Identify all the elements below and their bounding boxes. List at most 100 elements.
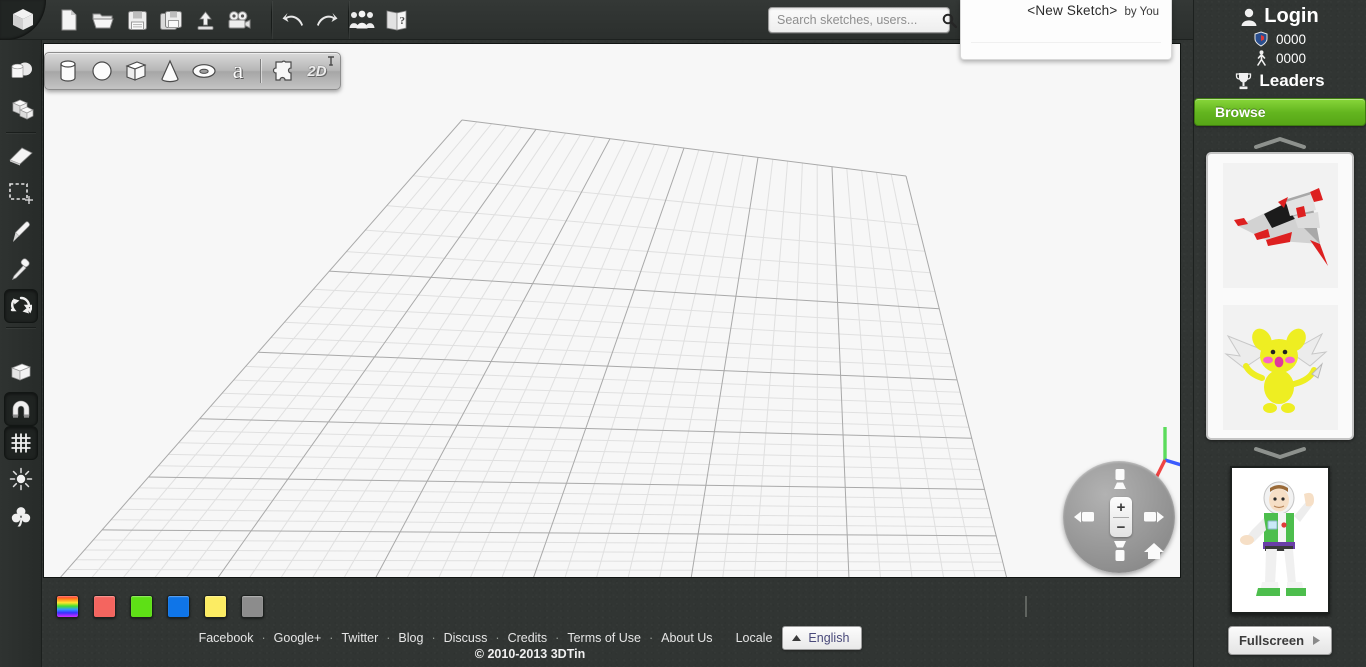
refresh-sync-icon	[10, 296, 32, 314]
color-swatch-blue[interactable]	[167, 595, 190, 618]
new-file-icon	[61, 9, 77, 31]
tool-eraser[interactable]	[0, 137, 42, 175]
help-book-icon: ?	[386, 10, 406, 31]
search-icon[interactable]	[942, 13, 957, 28]
save-button[interactable]	[120, 1, 154, 39]
community-button[interactable]	[345, 1, 379, 39]
eyedropper-icon	[11, 258, 30, 281]
footer-link-blog[interactable]: Blog	[397, 631, 424, 645]
toolbar-divider-1	[271, 1, 272, 39]
featured-thumb-figure[interactable]	[1230, 466, 1330, 614]
fullscreen-button[interactable]: Fullscreen	[1228, 626, 1332, 655]
footer-link-terms[interactable]: Terms of Use	[566, 631, 642, 645]
tool-select-region[interactable]	[0, 175, 42, 213]
shape-cone[interactable]	[153, 55, 187, 87]
user-silhouette-icon	[1241, 8, 1257, 26]
tool-single-block[interactable]	[0, 354, 42, 392]
nav-camera-left[interactable]	[1071, 505, 1097, 529]
tool-snap-magnet[interactable]	[4, 392, 38, 426]
axis-z-line	[1164, 458, 1180, 467]
color-swatch-red[interactable]	[93, 595, 116, 618]
locale-label: Locale	[735, 631, 773, 645]
tool-grid-toggle[interactable]	[4, 426, 38, 460]
shape-sphere[interactable]	[85, 55, 119, 87]
tool-paint-brush[interactable]	[0, 213, 42, 251]
shape-cylinder[interactable]	[51, 55, 85, 87]
gallery-scroll-down[interactable]	[1194, 446, 1366, 460]
3d-viewport[interactable]	[43, 43, 1181, 578]
footer-link-googleplus[interactable]: Google+	[273, 631, 323, 645]
camera-left-icon	[1074, 511, 1094, 523]
shape-torus[interactable]	[187, 55, 221, 87]
undo-button[interactable]	[276, 1, 310, 39]
redo-button[interactable]	[310, 1, 344, 39]
gallery-panel	[1206, 152, 1354, 440]
color-swatch-yellow[interactable]	[204, 595, 227, 618]
open-file-button[interactable]	[86, 1, 120, 39]
footer-link-facebook[interactable]: Facebook	[198, 631, 255, 645]
footer-link-about[interactable]: About Us	[660, 631, 713, 645]
page-footer: Facebook · Google+ · Twitter · Blog · Di…	[0, 622, 1193, 667]
export-button[interactable]	[188, 1, 222, 39]
clover-icon	[11, 507, 31, 527]
grid-icon	[11, 433, 31, 453]
footer-sep: ·	[329, 631, 334, 645]
magnifier-icon	[942, 13, 957, 28]
sketch-author: by You	[1124, 6, 1159, 18]
tool-stack-blocks[interactable]	[0, 90, 42, 128]
language-label: English	[808, 631, 850, 645]
zoom-divider	[1113, 517, 1129, 518]
leaders-label: Leaders	[1259, 71, 1325, 90]
shield-badge-icon	[1254, 31, 1268, 47]
save-as-button[interactable]	[154, 1, 188, 39]
shape-box[interactable]	[119, 55, 153, 87]
zoom-in-button[interactable]: +	[1110, 497, 1132, 517]
footer-link-credits[interactable]: Credits	[507, 631, 549, 645]
floppy-copy-icon	[159, 10, 182, 30]
search-bar[interactable]	[768, 7, 957, 33]
nav-camera-up[interactable]	[1107, 467, 1133, 493]
pushpin-icon	[328, 56, 334, 66]
footer-sep: ·	[261, 631, 266, 645]
browse-button[interactable]: Browse	[1194, 98, 1366, 126]
tool-rotate-copy[interactable]	[0, 52, 42, 90]
nav-home[interactable]	[1143, 541, 1165, 561]
footer-link-twitter[interactable]: Twitter	[340, 631, 379, 645]
nav-camera-right[interactable]	[1141, 505, 1167, 529]
camera-down-icon	[1114, 541, 1126, 561]
app-logo[interactable]	[0, 0, 46, 40]
leaders-button[interactable]: Leaders	[1194, 71, 1366, 91]
action-figure-thumbnail	[1232, 468, 1328, 612]
tool-brightness[interactable]	[0, 460, 42, 498]
walking-person-icon	[1257, 50, 1266, 66]
nav-camera-down[interactable]	[1107, 539, 1133, 565]
record-button[interactable]	[222, 1, 256, 39]
search-input[interactable]	[769, 13, 942, 27]
puzzle-piece-icon	[272, 60, 292, 81]
trophy-icon	[1236, 73, 1252, 90]
color-swatch-rainbow[interactable]	[56, 595, 79, 618]
color-swatch-gray[interactable]	[241, 595, 264, 618]
help-button[interactable]: ?	[379, 1, 413, 39]
new-sketch-popup[interactable]: <New Sketch> by You	[960, 0, 1172, 60]
login-button[interactable]: Login	[1194, 5, 1366, 28]
new-file-button[interactable]	[52, 1, 86, 39]
shape-plugin[interactable]	[266, 55, 300, 87]
movie-camera-icon	[228, 10, 250, 29]
stacked-blocks-icon	[11, 99, 34, 120]
shape-text[interactable]: a	[221, 55, 255, 87]
left-tool-rail	[0, 40, 42, 667]
shape-toolbar-pin[interactable]	[327, 55, 335, 73]
gallery-scroll-up[interactable]	[1194, 136, 1366, 150]
stat-badge-value: 0000	[1275, 31, 1307, 47]
zoom-out-button[interactable]: −	[1110, 517, 1132, 537]
tool-clover[interactable]	[0, 498, 42, 536]
sketch-title: <New Sketch>	[1027, 3, 1118, 18]
gallery-thumb-creature[interactable]	[1222, 304, 1338, 430]
footer-link-discuss[interactable]: Discuss	[443, 631, 489, 645]
tool-refresh[interactable]	[4, 289, 38, 323]
color-swatch-green[interactable]	[130, 595, 153, 618]
magnet-icon	[12, 400, 30, 418]
tool-eyedropper[interactable]	[0, 251, 42, 289]
gallery-thumb-spaceship[interactable]	[1222, 162, 1338, 288]
